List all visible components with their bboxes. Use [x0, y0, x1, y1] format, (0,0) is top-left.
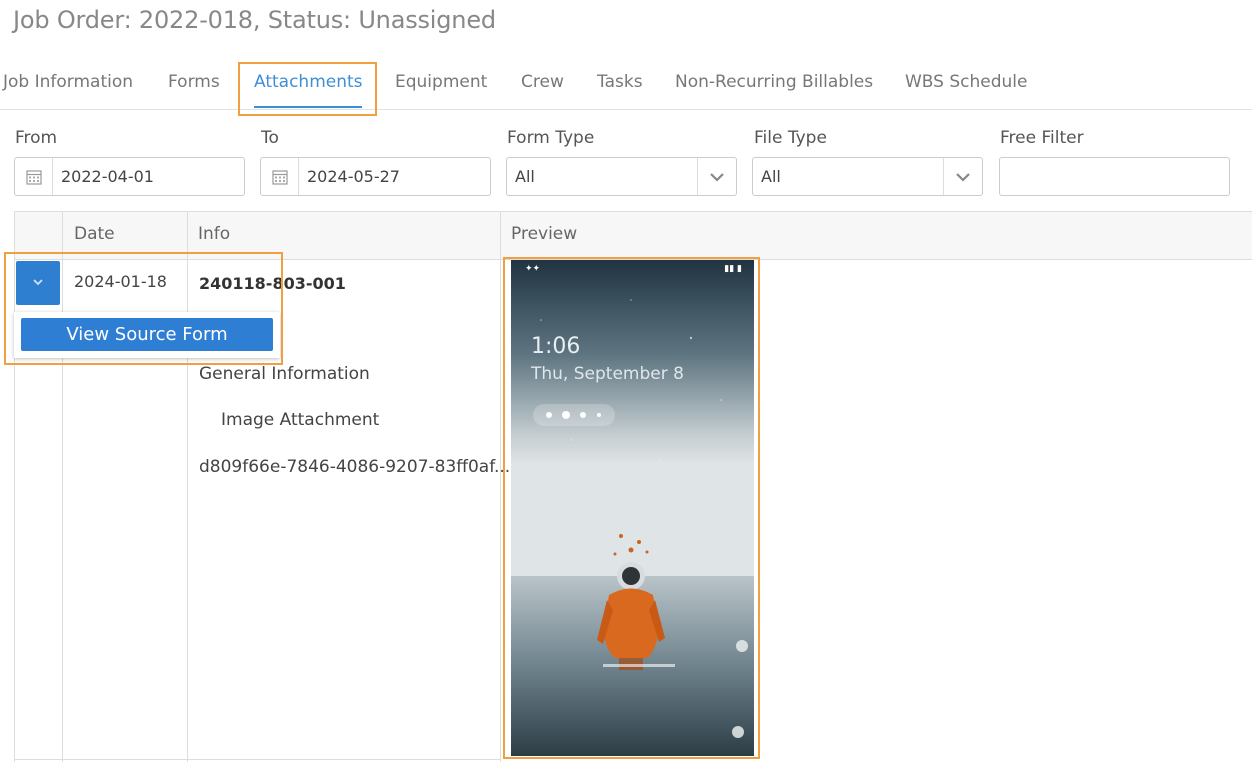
to-date-field[interactable]: 2024-05-27	[260, 157, 491, 196]
file-type-label: File Type	[754, 128, 827, 148]
column-separator	[500, 211, 501, 762]
form-type-select[interactable]: All	[506, 157, 737, 196]
from-date-value: 2022-04-01	[61, 167, 154, 186]
tab-non-recurring-billables[interactable]: Non-Recurring Billables	[675, 72, 873, 92]
free-filter-input[interactable]	[999, 157, 1230, 196]
tab-bar: Job Information Forms Attachments Equipm…	[0, 62, 1252, 110]
column-header-info[interactable]: Info	[198, 224, 230, 244]
file-type-select[interactable]: All	[752, 157, 983, 196]
file-type-value: All	[761, 167, 781, 186]
info-section: General Information	[199, 364, 370, 384]
tab-tasks[interactable]: Tasks	[597, 72, 643, 92]
column-header-date[interactable]: Date	[74, 224, 115, 244]
from-label: From	[15, 128, 58, 148]
chevron-down-icon[interactable]	[709, 171, 725, 183]
select-divider	[943, 158, 944, 195]
free-filter-label: Free Filter	[1000, 128, 1084, 148]
form-type-label: Form Type	[507, 128, 595, 148]
column-header-preview[interactable]: Preview	[511, 224, 577, 244]
tab-job-information[interactable]: Job Information	[3, 72, 133, 92]
preview-highlight	[503, 257, 760, 759]
page-title: Job Order: 2022-018, Status: Unassigned	[13, 6, 496, 34]
tab-wbs-schedule[interactable]: WBS Schedule	[905, 72, 1028, 92]
from-date-field[interactable]: 2022-04-01	[14, 157, 245, 196]
chevron-down-icon[interactable]	[955, 171, 971, 183]
grid-bottom-border	[14, 759, 501, 760]
tab-crew[interactable]: Crew	[521, 72, 564, 92]
tab-equipment[interactable]: Equipment	[395, 72, 487, 92]
popup-highlight	[4, 252, 283, 365]
info-item: Image Attachment	[221, 410, 380, 430]
tab-highlight	[238, 62, 377, 116]
info-guid: d809f66e-7846-4086-9207-83ff0af...	[199, 457, 511, 477]
form-type-value: All	[515, 167, 535, 186]
to-label: To	[261, 128, 279, 148]
select-divider	[697, 158, 698, 195]
to-date-value: 2024-05-27	[307, 167, 400, 186]
tab-forms[interactable]: Forms	[168, 72, 220, 92]
calendar-icon[interactable]	[15, 158, 53, 195]
calendar-icon[interactable]	[261, 158, 299, 195]
